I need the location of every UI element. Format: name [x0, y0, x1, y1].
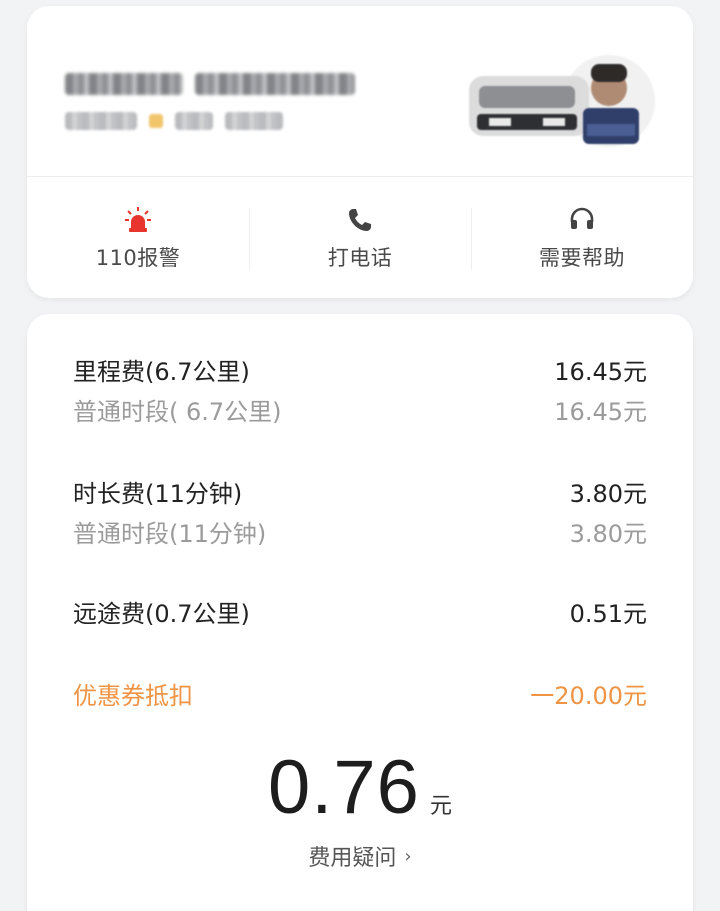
fee-question-link[interactable]: 费用疑问 › [27, 840, 693, 872]
help-button[interactable]: 需要帮助 [471, 198, 693, 278]
total-unit: 元 [429, 794, 452, 819]
coupon-value: 一20.00元 [530, 682, 647, 710]
call-button[interactable]: 打电话 [249, 198, 471, 278]
alarm-110-button[interactable]: 110报警 [27, 198, 249, 278]
fee-row-coupon: 优惠券抵扣 一20.00元 [73, 676, 647, 716]
total-amount: 0.76 [268, 745, 420, 830]
driver-name-blurred [65, 112, 137, 130]
fee-row-duration: 时长费(11分钟) 3.80元 [73, 474, 647, 514]
fee-detail-card: 里程费(6.7公里) 16.45元 普通时段( 6.7公里) 16.45元 时长… [27, 314, 693, 911]
help-label: 需要帮助 [539, 246, 625, 270]
mileage-fee-label: 里程费(6.7公里) [73, 358, 250, 386]
siren-icon [124, 206, 152, 234]
driver-info [65, 64, 405, 144]
rating-star-icon [149, 114, 163, 128]
duration-fee-value: 3.80元 [569, 480, 647, 508]
chevron-right-icon: › [404, 845, 412, 867]
car-model-blurred [195, 73, 355, 95]
call-label: 打电话 [327, 246, 393, 270]
page: 110报警 打电话 需要帮助 里程费(6.7公里) 16.45元 普通时段(6… [0, 0, 720, 911]
long-distance-fee-label: 远途费(0.7公里) [73, 600, 250, 628]
order-count-blurred [225, 112, 283, 130]
mileage-fee-value: 16.45元 [554, 358, 647, 386]
fee-question-label: 费用疑问 [308, 846, 397, 871]
duration-fee-label: 时长费(11分钟) [73, 480, 243, 508]
fee-subrow-mileage: 普通时段( 6.7公里) 16.45元 [73, 392, 647, 432]
car-photo-icon [469, 55, 655, 147]
duration-normal-period-label: 普通时段(11分钟) [73, 520, 267, 548]
mileage-fee-group: 里程费(6.7公里) 16.45元 普通时段( 6.7公里) 16.45元 [73, 352, 647, 432]
phone-icon [346, 206, 374, 234]
long-distance-fee-group: 远途费(0.7公里) 0.51元 [73, 594, 647, 634]
divider [27, 176, 693, 177]
plate-and-car-line [65, 64, 405, 104]
fee-row-long-distance: 远途费(0.7公里) 0.51元 [73, 594, 647, 634]
rating-blurred [175, 112, 213, 130]
duration-normal-period-value: 3.80元 [569, 520, 647, 548]
driver-card: 110报警 打电话 需要帮助 [27, 6, 693, 298]
long-distance-fee-value: 0.51元 [569, 600, 647, 628]
alarm-label: 110报警 [95, 246, 181, 270]
driver-sub-line [65, 104, 405, 138]
license-plate-blurred [65, 73, 183, 95]
coupon-group: 优惠券抵扣 一20.00元 [73, 676, 647, 716]
mileage-normal-period-value: 16.45元 [554, 398, 647, 426]
duration-fee-group: 时长费(11分钟) 3.80元 普通时段(11分钟) 3.80元 [73, 474, 647, 554]
fee-row-mileage: 里程费(6.7公里) 16.45元 [73, 352, 647, 392]
headset-icon [568, 206, 596, 234]
fee-subrow-duration: 普通时段(11分钟) 3.80元 [73, 514, 647, 554]
action-bar: 110报警 打电话 需要帮助 [27, 198, 693, 278]
total-amount-block: 0.76 元 [27, 744, 693, 831]
coupon-label: 优惠券抵扣 [73, 682, 193, 710]
mileage-normal-period-label: 普通时段( 6.7公里) [73, 398, 282, 426]
car-and-driver-photo[interactable] [459, 46, 659, 156]
